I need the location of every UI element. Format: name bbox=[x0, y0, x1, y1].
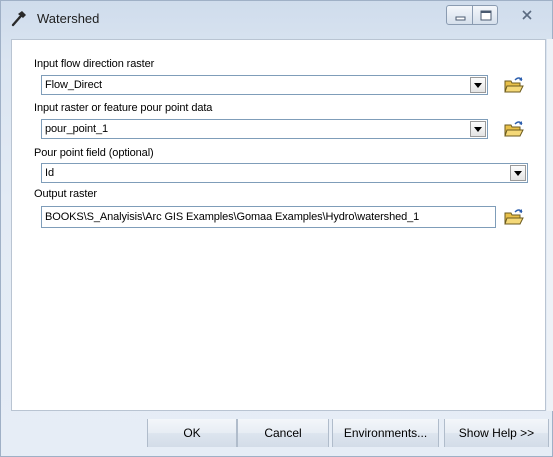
flow-direction-input[interactable]: Flow_Direct bbox=[41, 75, 488, 95]
flow-direction-label: Input flow direction raster bbox=[34, 58, 155, 70]
pour-point-data-label: Input raster or feature pour point data bbox=[34, 102, 213, 114]
pour-point-field-value: Id bbox=[45, 167, 54, 179]
pour-point-field-label: Pour point field (optional) bbox=[34, 147, 154, 159]
open-folder-icon bbox=[504, 77, 524, 93]
cancel-button[interactable]: Cancel bbox=[237, 419, 329, 447]
flow-direction-dropdown-button[interactable] bbox=[470, 77, 486, 93]
minimize-button[interactable] bbox=[446, 5, 473, 25]
pour-point-data-value: pour_point_1 bbox=[45, 123, 109, 135]
maximize-button[interactable] bbox=[472, 5, 498, 25]
flow-direction-value: Flow_Direct bbox=[45, 79, 102, 91]
title-bar[interactable]: Watershed bbox=[1, 1, 552, 35]
open-folder-icon bbox=[504, 209, 524, 225]
output-raster-input[interactable]: BOOKS\S_Analyisis\Arc GIS Examples\Gomaa… bbox=[41, 206, 496, 228]
chevron-down-icon bbox=[474, 127, 482, 132]
output-raster-browse-button[interactable] bbox=[503, 207, 525, 227]
chevron-down-icon bbox=[474, 83, 482, 88]
window-title: Watershed bbox=[37, 11, 100, 26]
show-help-button[interactable]: Show Help >> bbox=[444, 419, 549, 447]
close-button[interactable] bbox=[507, 5, 547, 25]
pour-point-data-dropdown-button[interactable] bbox=[470, 121, 486, 137]
scrollbar[interactable] bbox=[547, 39, 553, 411]
ok-button[interactable]: OK bbox=[147, 419, 237, 447]
pour-point-field-select[interactable]: Id bbox=[41, 163, 528, 183]
output-raster-value: BOOKS\S_Analyisis\Arc GIS Examples\Gomaa… bbox=[45, 211, 420, 223]
hammer-icon bbox=[9, 8, 29, 28]
environments-button[interactable]: Environments... bbox=[332, 419, 439, 447]
chevron-down-icon bbox=[514, 171, 522, 176]
output-raster-label: Output raster bbox=[34, 188, 97, 200]
open-folder-icon bbox=[504, 121, 524, 137]
flow-direction-browse-button[interactable] bbox=[503, 75, 525, 95]
watershed-dialog: Watershed Input flow direction raster Fl… bbox=[0, 0, 553, 457]
pour-point-data-input[interactable]: pour_point_1 bbox=[41, 119, 488, 139]
pour-point-field-dropdown-button[interactable] bbox=[510, 165, 526, 181]
pour-point-data-browse-button[interactable] bbox=[503, 119, 525, 139]
